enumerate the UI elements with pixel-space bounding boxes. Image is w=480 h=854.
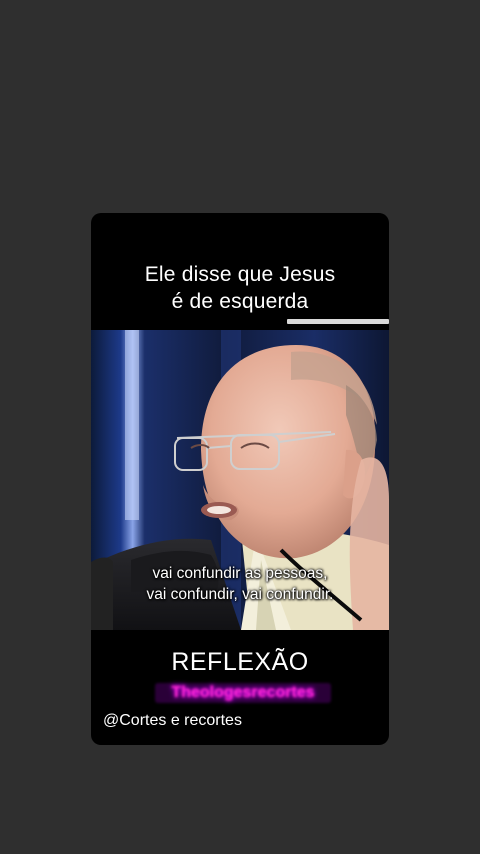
- reel-screen: Ele disse que Jesus é de esquerda vai co…: [0, 0, 480, 854]
- blurred-watermark-tag: Theologesrecortes: [155, 683, 331, 703]
- headline-line-2: é de esquerda: [171, 290, 309, 313]
- channel-handle[interactable]: @Cortes e recortes: [103, 711, 242, 731]
- progress-bar: [287, 319, 389, 324]
- subtitle-line-2: vai confundir, vai confundir.: [146, 586, 334, 603]
- headline-text: Ele disse que Jesus é de esquerda: [91, 261, 389, 315]
- headline-line-1: Ele disse que Jesus: [144, 263, 336, 286]
- reel-card[interactable]: Ele disse que Jesus é de esquerda vai co…: [91, 213, 389, 745]
- caption-title: REFLEXÃO: [171, 648, 309, 676]
- video-player[interactable]: vai confundir as pessoas, vai confundir,…: [91, 330, 389, 630]
- subtitle-line-1: vai confundir as pessoas,: [152, 565, 328, 582]
